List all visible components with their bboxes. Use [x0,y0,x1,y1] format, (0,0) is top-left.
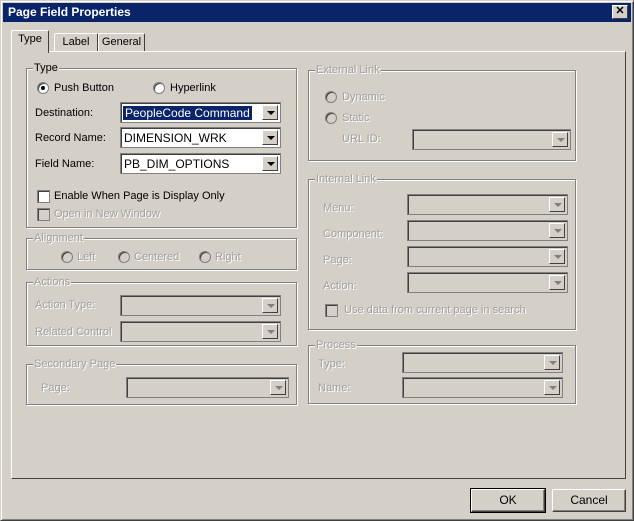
related-control-select [120,321,281,342]
process-type-select [402,352,563,373]
align-left-label: Left [77,251,96,263]
external-link-group: External Link Dynamic Static URL ID: [308,63,576,161]
chevron-down-icon[interactable] [262,130,278,145]
hyperlink-label: Hyperlink [170,82,216,94]
secondary-page-label: Page: [41,382,70,394]
close-icon[interactable]: ✕ [612,5,628,19]
tab-general-label: General [101,36,142,48]
tab-general[interactable]: General [98,33,145,52]
use-data-label: Use data from current page in search [344,304,526,316]
enable-display-only-checkbox[interactable] [37,190,50,203]
page-select [407,246,568,267]
process-name-label: Name: [318,382,351,394]
align-right-radio [199,251,211,263]
chevron-down-icon [544,355,560,370]
dynamic-radio [325,91,337,103]
window-title: Page Field Properties [8,5,131,19]
chevron-down-icon[interactable] [262,156,278,171]
chevron-down-icon [549,275,565,290]
chevron-down-icon [544,380,560,395]
destination-label: Destination: [35,107,94,119]
action-label: Action: [323,280,357,292]
chevron-down-icon [262,298,278,313]
page-label: Page: [323,254,352,266]
tab-label-label: Label [62,36,90,48]
internal-link-title: Internal Link [315,172,377,186]
field-name-select[interactable]: PB_DIM_OPTIONS [120,153,281,174]
tab-type-label: Type [18,33,42,45]
dynamic-label: Dynamic [342,91,385,103]
component-select [407,220,568,241]
align-centered-label: Centered [134,251,180,263]
type-group-title: Type [33,61,59,75]
push-button-radio[interactable] [37,82,49,94]
chevron-down-icon [549,249,565,264]
action-type-label: Action Type: [35,299,96,311]
tab-label[interactable]: Label [54,33,98,52]
internal-link-group: Internal Link Menu: Component: Page: Act… [308,172,576,330]
cancel-button-label: Cancel [570,493,608,507]
ok-button[interactable]: OK [470,488,546,513]
align-right-label: Right [215,251,241,263]
alignment-title: Alignment [33,231,84,245]
chevron-down-icon [549,197,565,212]
title-bar[interactable]: Page Field Properties ✕ [3,3,631,22]
action-type-select [120,295,281,316]
url-id-select [412,129,571,150]
alignment-group: Alignment Left Centered Right [26,231,297,270]
chevron-down-icon [549,223,565,238]
chevron-down-icon [552,132,568,147]
static-label: Static [342,112,370,124]
record-name-value: DIMENSION_WRK [124,131,227,145]
external-link-title: External Link [315,63,381,77]
destination-value: PeopleCode Command [123,106,252,120]
process-type-label: Type: [318,358,345,370]
secondary-page-title: Secondary Page [33,357,117,371]
dialog-window: Page Field Properties ✕ Type Label Gener… [0,0,634,521]
tab-type[interactable]: Type [11,30,49,53]
chevron-down-icon [270,380,286,395]
component-label: Component: [323,228,383,240]
hyperlink-radio[interactable] [153,82,165,94]
cancel-button[interactable]: Cancel [552,489,626,512]
action-select [407,272,568,293]
process-group: Process Type: Name: [308,338,576,404]
chevron-down-icon[interactable] [262,105,278,120]
ok-button-label: OK [499,493,517,507]
menu-label: Menu: [323,202,354,214]
push-button-label: Push Button [54,82,114,94]
process-name-select [402,377,563,398]
record-name-label: Record Name: [35,132,106,144]
menu-select [407,194,568,215]
field-name-label: Field Name: [35,158,95,170]
secondary-page-select [126,377,289,398]
actions-group: Actions Action Type: Related Control [26,275,297,346]
align-left-radio [61,251,73,263]
chevron-down-icon [262,324,278,339]
open-new-window-label: Open in New Window [54,208,160,220]
process-title: Process [315,338,357,352]
tab-panel: Type Push Button Hyperlink Destination: … [11,51,626,479]
type-group: Type Push Button Hyperlink Destination: … [26,61,297,228]
align-centered-radio [118,251,130,263]
actions-title: Actions [33,275,72,289]
related-control-label: Related Control [35,326,112,338]
secondary-page-group: Secondary Page Page: [26,357,297,405]
field-name-value: PB_DIM_OPTIONS [124,157,230,171]
record-name-select[interactable]: DIMENSION_WRK [120,127,281,148]
static-radio [325,112,337,124]
open-new-window-checkbox [37,208,50,221]
destination-select[interactable]: PeopleCode Command [120,102,281,123]
url-id-label: URL ID: [342,133,381,145]
enable-display-only-label: Enable When Page is Display Only [54,190,225,202]
use-data-checkbox [325,304,338,317]
